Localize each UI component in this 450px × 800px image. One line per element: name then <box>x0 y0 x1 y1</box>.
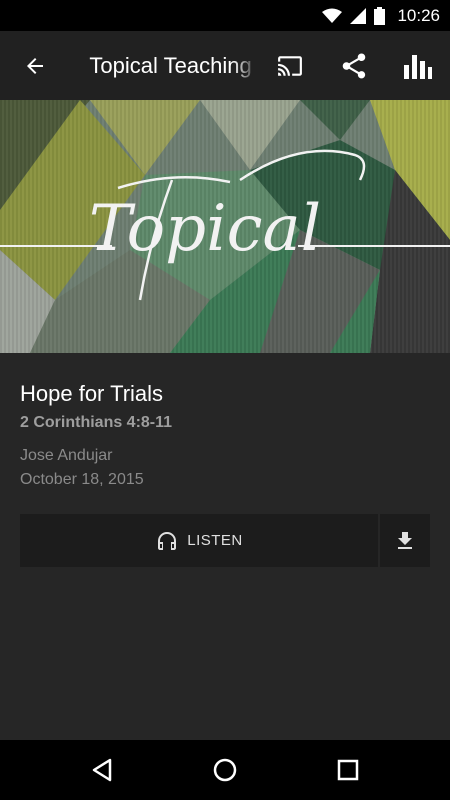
nav-recents-button[interactable] <box>318 740 378 800</box>
nav-back-button[interactable] <box>72 740 132 800</box>
media-actions: LISTEN <box>20 514 430 567</box>
battery-icon <box>374 6 386 25</box>
speaker-name: Jose Andujar <box>20 447 113 464</box>
nav-home-button[interactable] <box>195 740 255 800</box>
status-bar: 10:26 <box>0 0 450 31</box>
cast-icon <box>278 55 302 76</box>
series-banner: Topical <box>0 100 450 353</box>
download-icon <box>398 531 412 549</box>
app-bar-actions <box>258 31 450 100</box>
arrow-back-icon <box>26 57 43 74</box>
stats-button[interactable] <box>386 31 450 100</box>
sermon-info: Hope for Trials 2 Corinthians 4:8-11 Jos… <box>20 378 430 492</box>
system-nav-bar <box>0 740 450 800</box>
bar-chart-icon <box>404 54 432 79</box>
square-recents-icon <box>338 759 359 781</box>
wifi-icon <box>322 8 343 23</box>
page-title: Topical Teaching <box>89 52 252 78</box>
series-artwork: Topical <box>0 100 450 353</box>
triangle-back-icon <box>92 758 111 782</box>
sermon-date: October 18, 2015 <box>20 471 144 488</box>
cast-button[interactable] <box>258 31 322 100</box>
app-bar: Topical Teaching <box>0 31 450 100</box>
circle-home-icon <box>213 758 237 782</box>
listen-label: LISTEN <box>187 532 243 549</box>
share-button[interactable] <box>322 31 386 100</box>
scripture-reference: 2 Corinthians 4:8-11 <box>20 414 173 431</box>
sermon-title: Hope for Trials <box>20 381 164 406</box>
cellular-signal-icon <box>350 7 367 24</box>
headphones-icon <box>158 531 177 550</box>
banner-title: Topical <box>89 192 321 266</box>
share-icon <box>342 53 366 78</box>
status-time: 10:26 <box>397 5 440 25</box>
listen-button[interactable]: LISTEN <box>20 514 378 567</box>
back-button[interactable] <box>0 31 69 100</box>
download-button[interactable] <box>380 514 430 567</box>
